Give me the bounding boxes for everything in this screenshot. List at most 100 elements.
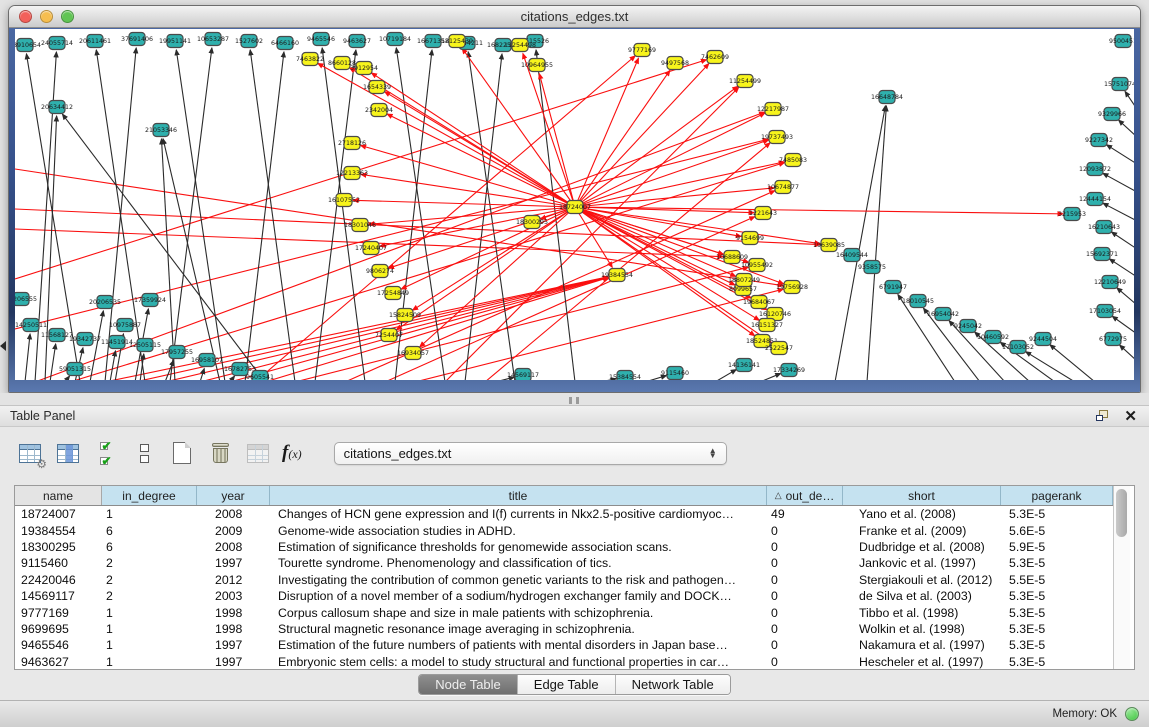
select-columns-icon[interactable]: ✔ ✔ xyxy=(92,439,120,467)
sort-ascending-icon: △ xyxy=(775,490,782,501)
graph-node[interactable]: 20206535 xyxy=(89,296,121,309)
graph-node[interactable]: 1527602 xyxy=(235,35,263,48)
show-column-icon[interactable] xyxy=(54,439,82,467)
graph-node[interactable]: 7485083 xyxy=(779,154,807,167)
graph-node[interactable]: 19639085 xyxy=(813,239,845,252)
graph-node[interactable]: 17957255 xyxy=(161,346,193,359)
graph-node[interactable]: 6791947 xyxy=(879,281,907,294)
graph-node[interactable]: 14136141 xyxy=(728,359,760,372)
column-header-year[interactable]: year xyxy=(197,486,270,505)
graph-node[interactable]: 9777169 xyxy=(628,44,656,57)
graph-node[interactable]: 2718126 xyxy=(338,137,366,150)
graph-node[interactable]: 7463822 xyxy=(296,53,324,66)
graph-node[interactable]: 12210649 xyxy=(1094,276,1126,289)
graph-node[interactable]: 9497568 xyxy=(661,57,689,70)
import-table-icon-disabled xyxy=(244,439,272,467)
graph-node[interactable]: 37691406 xyxy=(121,33,153,46)
graph-node[interactable]: 9463627 xyxy=(343,35,371,48)
graph-node[interactable]: 10653287 xyxy=(197,33,229,46)
tab-node-table[interactable]: Node Table xyxy=(419,675,518,694)
graph-node[interactable]: 7462609 xyxy=(701,51,729,64)
graph-node[interactable]: 3215953 xyxy=(1058,208,1086,221)
column-header-short[interactable]: short xyxy=(843,486,1001,505)
graph-node[interactable]: 16107552 xyxy=(328,194,360,207)
graph-edge xyxy=(1119,120,1134,137)
table-row[interactable]: 911546021997Tourette syndrome. Phenomeno… xyxy=(15,555,1113,571)
scrollbar-thumb[interactable] xyxy=(1116,489,1127,537)
graph-node[interactable]: 9329966 xyxy=(1098,108,1126,121)
table-scrollbar[interactable] xyxy=(1113,486,1130,669)
graph-node[interactable]: 16958107 xyxy=(191,354,223,367)
graph-node[interactable]: 14250511 xyxy=(15,319,47,332)
graph-node[interactable]: 16210643 xyxy=(1088,221,1120,234)
graph-node[interactable]: 16648784 xyxy=(871,91,903,104)
delete-table-icon[interactable] xyxy=(206,439,234,467)
table-header-row[interactable]: namein_degreeyeartitle△out_de…shortpager… xyxy=(15,486,1113,506)
tab-network-table[interactable]: Network Table xyxy=(616,675,730,694)
node-label: 10975887 xyxy=(109,322,141,329)
collapse-handle-icon[interactable] xyxy=(0,341,6,351)
rows-icon[interactable] xyxy=(130,439,158,467)
graph-node[interactable]: 10460592 xyxy=(977,331,1009,344)
table-row[interactable]: 969969511998Structural magnetic resonanc… xyxy=(15,621,1113,637)
graph-node[interactable]: 6772975 xyxy=(1099,333,1127,346)
graph-node[interactable]: 19384554 xyxy=(601,269,633,282)
citation-graph[interactable]: 1872400718910654240557142061146137691406… xyxy=(15,29,1134,380)
graph-node[interactable]: 18301046 xyxy=(344,219,376,232)
graph-node[interactable]: 59051315 xyxy=(59,363,91,376)
graph-node[interactable]: 19737493 xyxy=(761,131,793,144)
graph-node[interactable]: 20634412 xyxy=(41,101,73,114)
graph-node[interactable]: 15751074 xyxy=(1104,78,1134,91)
graph-node[interactable]: 12093872 xyxy=(1079,163,1111,176)
column-header-name[interactable]: name xyxy=(15,486,102,505)
column-header-title[interactable]: title xyxy=(270,486,767,505)
new-table-icon[interactable] xyxy=(168,439,196,467)
graph-node[interactable]: 11254499 xyxy=(729,75,761,88)
graph-node[interactable]: 16934057 xyxy=(397,347,429,360)
close-panel-icon[interactable]: ✕ xyxy=(1124,409,1137,424)
graph-node[interactable]: 15692371 xyxy=(1086,248,1118,261)
graph-node[interactable]: 6466160 xyxy=(271,37,299,50)
table-row[interactable]: 1830029562008Estimation of significance … xyxy=(15,539,1113,555)
graph-node[interactable]: 16409544 xyxy=(836,249,868,262)
graph-node[interactable]: 19951141 xyxy=(159,35,191,48)
table-row[interactable]: 1872400712008Changes of HCN gene express… xyxy=(15,506,1113,522)
graph-node[interactable]: 25206555 xyxy=(15,293,37,306)
graph-node[interactable]: 21053346 xyxy=(145,124,177,137)
graph-node[interactable]: 9358575 xyxy=(858,261,886,274)
table-settings-icon[interactable]: ⚙ xyxy=(16,439,44,467)
window-titlebar[interactable]: citations_edges.txt xyxy=(9,6,1140,28)
table-row[interactable]: 946362711997Embryonic stem cells: a mode… xyxy=(15,654,1113,670)
table-row[interactable]: 946554611997Estimation of the future num… xyxy=(15,637,1113,653)
graph-node[interactable]: 18010545 xyxy=(902,295,934,308)
column-header-pagerank[interactable]: pagerank xyxy=(1001,486,1113,505)
graph-node[interactable]: 9115460 xyxy=(661,367,689,380)
graph-node[interactable]: 14569117 xyxy=(507,369,539,381)
network-canvas[interactable]: 1872400718910654240557142061146137691406… xyxy=(15,29,1134,380)
column-header-in_degree[interactable]: in_degree xyxy=(102,486,197,505)
float-panel-icon[interactable] xyxy=(1096,410,1110,423)
network-table-selector[interactable]: citations_edges.txt ▲▼ xyxy=(334,442,727,465)
graph-node[interactable]: 17103054 xyxy=(1089,305,1121,318)
graph-node[interactable]: 12505115 xyxy=(129,339,161,352)
graph-node[interactable]: 9465546 xyxy=(307,33,335,46)
graph-node[interactable]: 17359924 xyxy=(134,294,166,307)
graph-node[interactable]: 9227342 xyxy=(1085,134,1113,147)
graph-node[interactable]: 9500451 xyxy=(1109,35,1134,48)
graph-node[interactable]: 10719184 xyxy=(379,33,411,46)
graph-node[interactable]: 24055714 xyxy=(41,37,73,50)
graph-node[interactable]: 12444154 xyxy=(1079,193,1111,206)
table-row[interactable]: 1938455462009Genome-wide association stu… xyxy=(15,522,1113,538)
tab-edge-table[interactable]: Edge Table xyxy=(518,675,616,694)
graph-node[interactable]: 18910654 xyxy=(15,39,41,52)
function-builder-icon[interactable]: f(x) xyxy=(282,442,302,464)
graph-node[interactable]: 20611461 xyxy=(79,35,111,48)
graph-node[interactable]: 19684067 xyxy=(743,296,775,309)
graph-node[interactable]: 9154699 xyxy=(736,232,764,245)
graph-node[interactable]: 15384554 xyxy=(609,371,641,381)
panel-splitter[interactable] xyxy=(0,393,1149,405)
column-header-out_de[interactable]: △out_de… xyxy=(767,486,843,505)
table-row[interactable]: 977716911998Corpus callosum shape and si… xyxy=(15,604,1113,620)
table-row[interactable]: 1456911722003Disruption of a novel membe… xyxy=(15,588,1113,604)
table-row[interactable]: 2242004622012Investigating the contribut… xyxy=(15,572,1113,588)
